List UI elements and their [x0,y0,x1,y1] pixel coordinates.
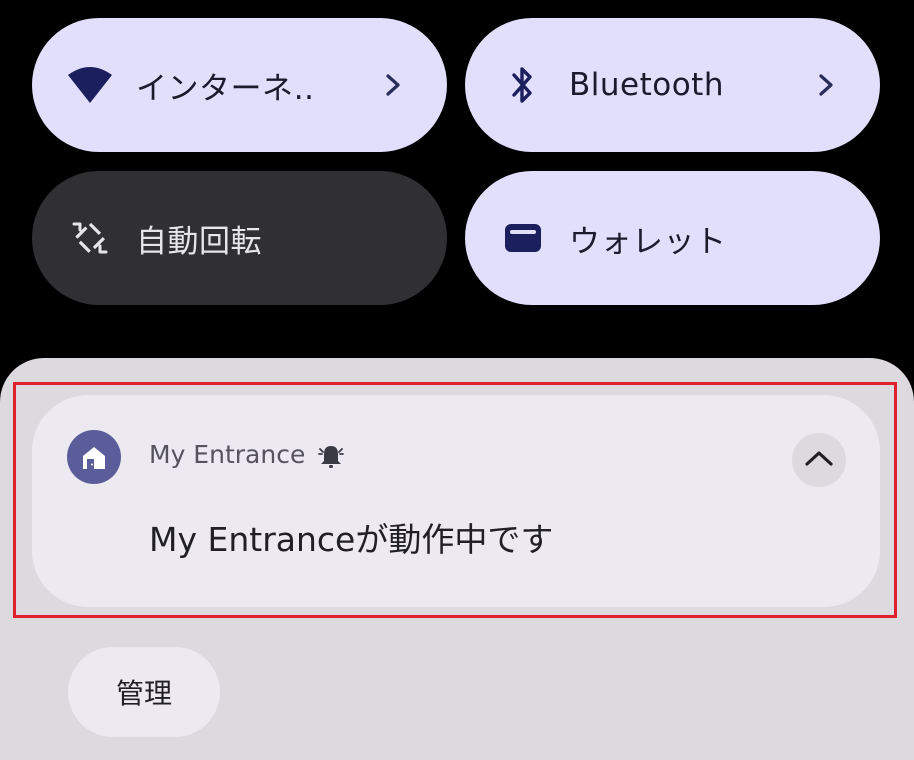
chevron-right-icon[interactable] [373,65,413,105]
auto-rotate-tile-label: 自動回転 [136,223,262,260]
auto-rotate-tile[interactable]: 自動回転 [32,171,447,305]
notification-app-name: My Entrance [149,440,306,469]
chevron-right-icon[interactable] [806,65,846,105]
wifi-icon [66,61,114,109]
manage-button[interactable]: 管理 [68,647,220,737]
internet-tile[interactable]: インターネ‥ [32,18,447,152]
bluetooth-tile-label: Bluetooth [569,67,724,103]
bluetooth-tile[interactable]: Bluetooth [465,18,880,152]
screen: インターネ‥ Bluetooth 自動回転 ウォレット My Entrance … [0,0,914,760]
home-icon [67,430,121,484]
wallet-icon [499,214,547,262]
wallet-tile[interactable]: ウォレット [465,171,880,305]
chevron-up-icon [804,448,834,472]
rotate-icon [66,214,114,262]
bluetooth-icon [499,61,547,109]
internet-tile-label: インターネ‥ [136,70,315,107]
notification-card[interactable]: My Entrance My Entranceが動作中です [32,395,880,607]
collapse-button[interactable] [792,433,846,487]
wallet-tile-label: ウォレット [569,223,727,260]
bell-icon [318,443,344,471]
notification-message: My Entranceが動作中です [149,520,554,559]
